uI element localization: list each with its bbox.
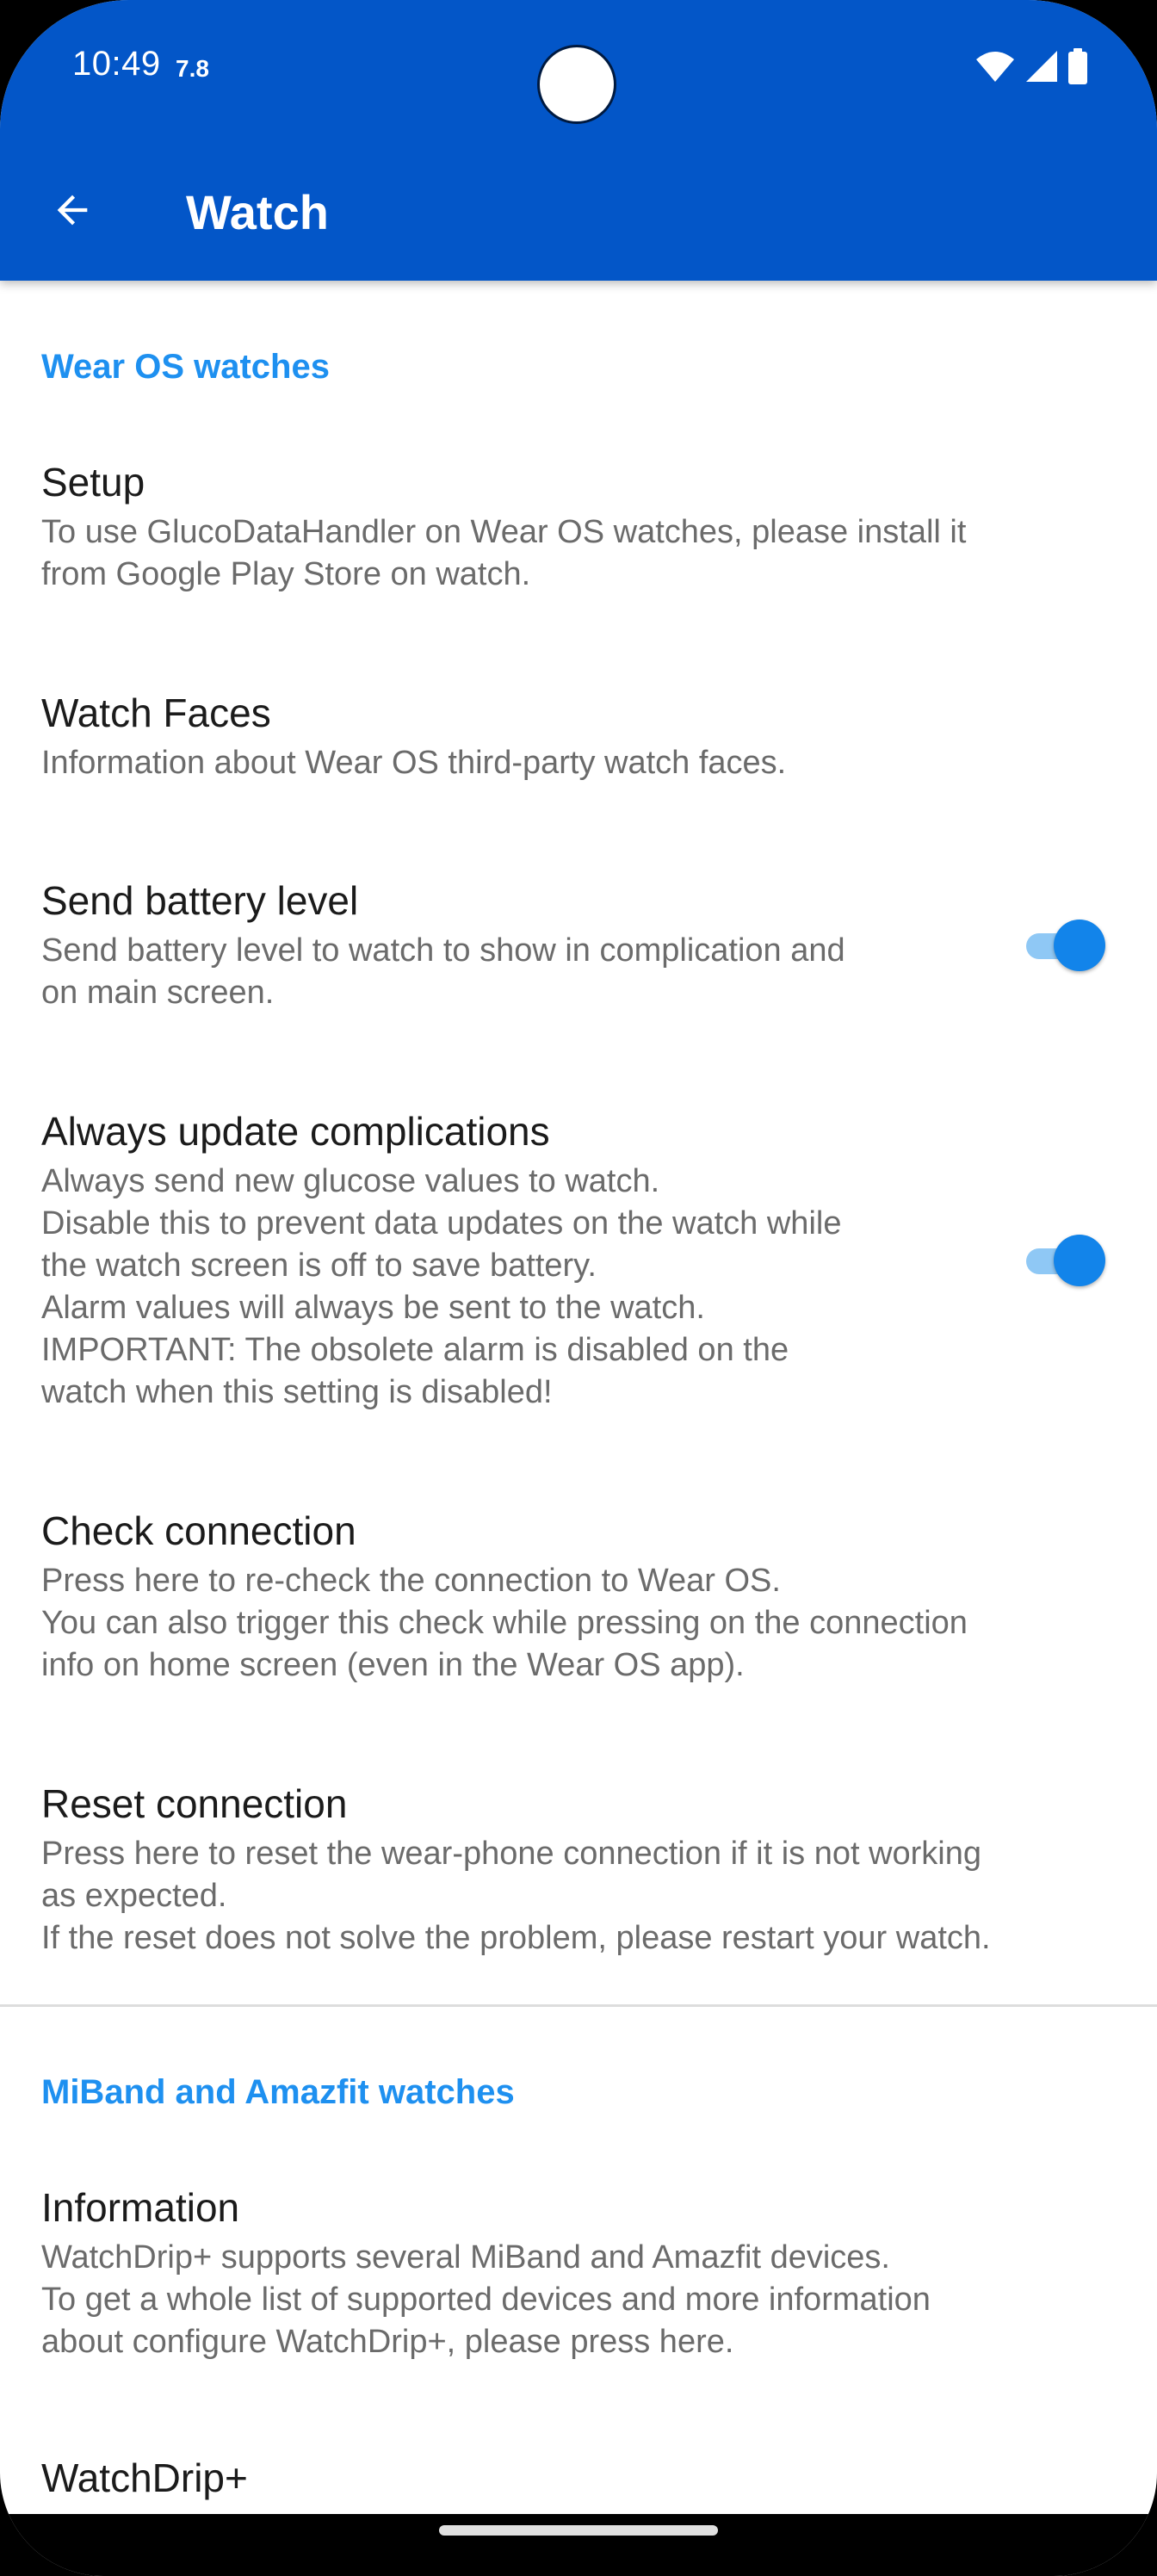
back-button[interactable] bbox=[34, 172, 110, 248]
pref-title: Setup bbox=[41, 460, 145, 505]
gesture-handle[interactable] bbox=[439, 2525, 718, 2536]
pref-title: Reset connection bbox=[41, 1781, 348, 1826]
switch-thumb bbox=[1054, 920, 1105, 971]
signal-icon bbox=[1026, 51, 1057, 82]
pref-summary: Send battery level to watch to show in c… bbox=[41, 932, 845, 1011]
status-time: 10:49 bbox=[72, 45, 161, 83]
status-indicator-text: 7.8 bbox=[176, 55, 209, 82]
pref-summary: Press here to re-check the connection to… bbox=[41, 1563, 968, 1683]
always-update-complications-switch[interactable] bbox=[1019, 1233, 1105, 1288]
category-wear-os: Wear OS watches bbox=[41, 348, 330, 386]
send-battery-level-switch[interactable] bbox=[1019, 918, 1105, 973]
pref-title: Information bbox=[41, 2185, 240, 2230]
pref-check-connection[interactable]: Check connection Press here to re-check … bbox=[41, 1507, 1109, 1687]
pref-summary: Always send new glucose values to watch.… bbox=[41, 1163, 842, 1410]
pref-summary: Press here to reset the wear-phone conne… bbox=[41, 1836, 991, 1956]
switch-thumb bbox=[1054, 1235, 1105, 1286]
pref-watch-faces[interactable]: Watch Faces Information about Wear OS th… bbox=[41, 689, 1109, 784]
pref-summary: To use GlucoDataHandler on Wear OS watch… bbox=[41, 514, 967, 592]
pref-send-battery-level[interactable]: Send battery level Send battery level to… bbox=[41, 876, 971, 1014]
pref-always-update-complications[interactable]: Always update complications Always send … bbox=[41, 1107, 971, 1414]
app-bar: 10:49 7.8 Watch bbox=[0, 0, 1157, 281]
pref-watchdrip[interactable]: WatchDrip+ bbox=[41, 2454, 1109, 2502]
pref-title: Send battery level bbox=[41, 878, 359, 923]
status-icons bbox=[974, 48, 1088, 84]
pref-summary: Information about Wear OS third-party wa… bbox=[41, 745, 787, 781]
pref-title: WatchDrip+ bbox=[41, 2455, 248, 2500]
pref-title: Always update complications bbox=[41, 1109, 550, 1154]
pref-title: Check connection bbox=[41, 1508, 356, 1553]
camera-cutout bbox=[537, 45, 616, 124]
arrow-back-icon bbox=[57, 195, 88, 226]
pref-summary: WatchDrip+ supports several MiBand and A… bbox=[41, 2239, 931, 2360]
phone-screen: 10:49 7.8 Watch Wear OS watches Setup To… bbox=[0, 0, 1157, 2576]
battery-icon bbox=[1068, 48, 1087, 84]
section-divider bbox=[0, 2004, 1157, 2007]
page-title: Watch bbox=[186, 185, 329, 239]
navigation-bar bbox=[0, 2514, 1157, 2576]
category-miband-amazfit: MiBand and Amazfit watches bbox=[41, 2073, 515, 2111]
pref-reset-connection[interactable]: Reset connection Press here to reset the… bbox=[41, 1780, 1109, 1960]
pref-title: Watch Faces bbox=[41, 690, 271, 735]
wifi-icon bbox=[976, 52, 1014, 82]
pref-setup[interactable]: Setup To use GlucoDataHandler on Wear OS… bbox=[41, 458, 1109, 596]
pref-information[interactable]: Information WatchDrip+ supports several … bbox=[41, 2183, 1109, 2363]
